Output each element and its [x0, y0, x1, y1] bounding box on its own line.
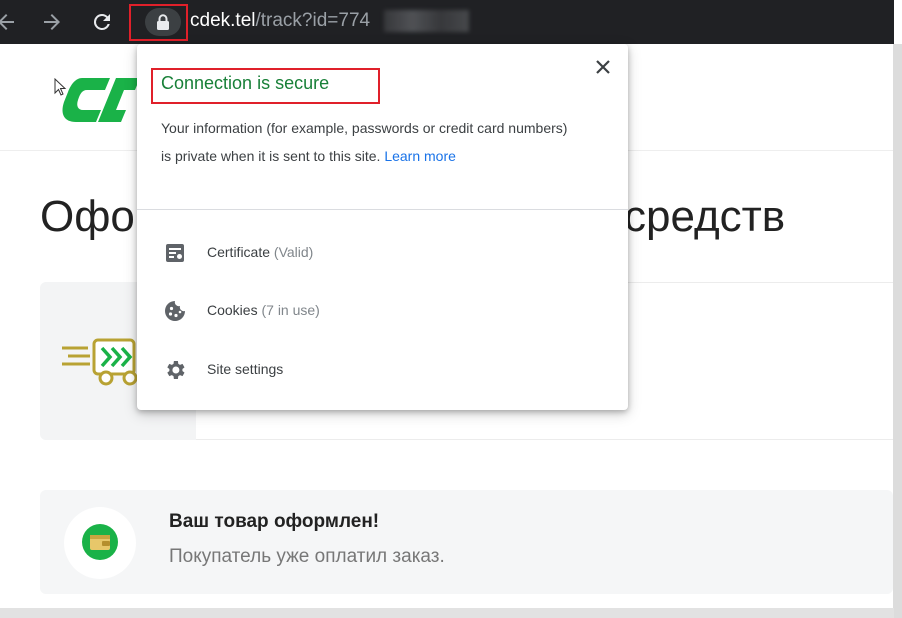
delivery-truck-icon [62, 338, 138, 386]
annotation-box-lock [129, 4, 188, 41]
site-settings-item[interactable]: Site settings [137, 345, 628, 395]
reload-icon [93, 13, 110, 30]
back-button[interactable] [0, 10, 18, 34]
close-icon[interactable] [594, 58, 612, 76]
back-arrow-icon [0, 14, 14, 30]
order-status-subtitle: Покупатель уже оплатил заказ. [169, 546, 445, 567]
forward-arrow-icon [44, 14, 60, 30]
site-settings-label: Site settings [207, 361, 284, 377]
address-bar-url[interactable]: cdek.tel/track?id=774 [190, 9, 370, 33]
page-heading: Офо [40, 192, 135, 241]
gear-icon [167, 361, 185, 379]
url-path: /track?id=774 [255, 10, 371, 31]
url-host: cdek.tel [190, 10, 256, 31]
window-edge [893, 44, 902, 618]
cookies-item[interactable]: Cookies (7 in use) [137, 286, 628, 336]
popup-divider [137, 209, 628, 210]
certificate-item[interactable]: Certificate (Valid) [137, 228, 628, 278]
order-status-title: Ваш товар оформлен! [169, 511, 380, 532]
redacted-url-part [384, 10, 469, 32]
wallet-icon [82, 524, 118, 560]
order-status-card [40, 490, 893, 594]
page-heading-continued: средств [624, 192, 786, 241]
connection-description-text: Your information (for example, passwords… [161, 120, 568, 164]
certificate-label: Certificate [207, 244, 271, 260]
certificate-icon [166, 244, 184, 262]
reload-button[interactable] [90, 10, 114, 34]
certificate-status: (Valid) [273, 244, 314, 260]
cdek-logo-icon [62, 78, 140, 122]
cookies-count: (7 in use) [261, 302, 320, 318]
connection-description: Your information (for example, passwords… [161, 114, 581, 170]
window-bottom-edge [0, 608, 894, 618]
learn-more-link[interactable]: Learn more [384, 148, 456, 164]
annotation-box-title [151, 68, 380, 104]
mouse-cursor-icon [54, 78, 67, 96]
forward-button[interactable] [40, 10, 64, 34]
cookies-label: Cookies [207, 302, 258, 318]
cookie-icon [165, 301, 185, 321]
